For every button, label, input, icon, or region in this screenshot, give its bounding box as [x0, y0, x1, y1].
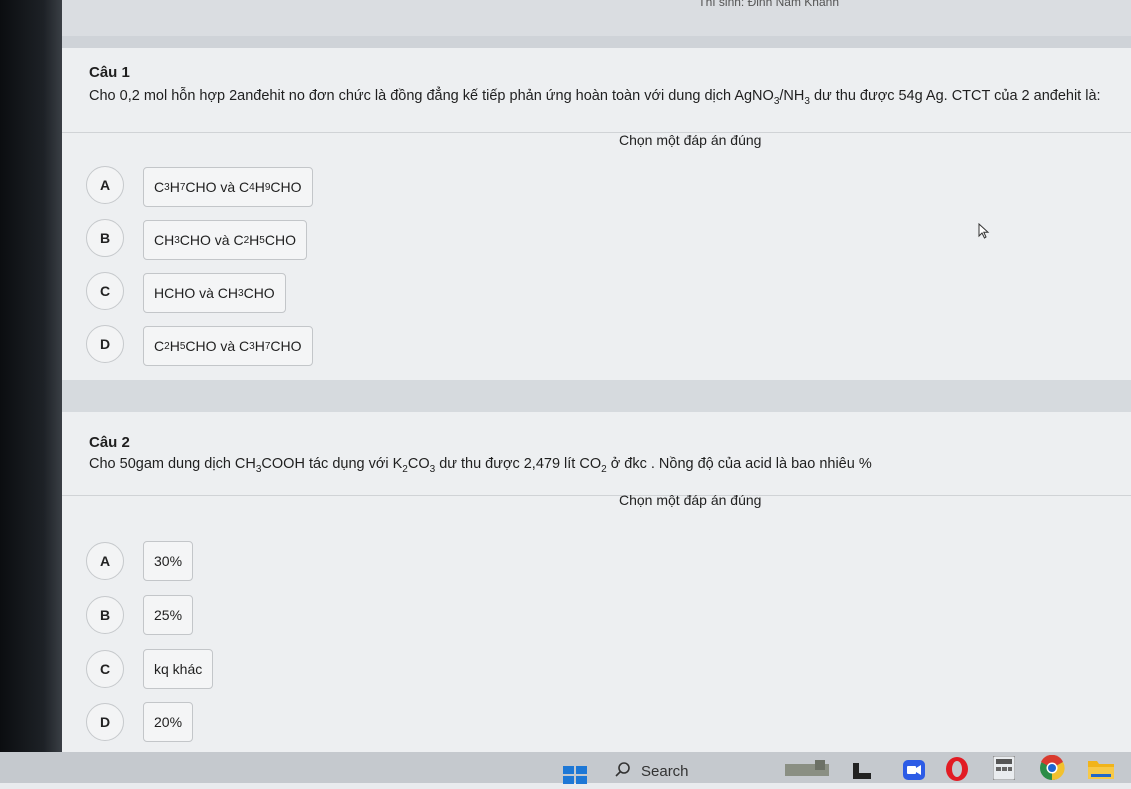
formula-text: CHO [243, 285, 275, 301]
q2-text-part: Cho 50gam dung dịch CH [89, 456, 256, 472]
chrome-icon[interactable] [1039, 754, 1065, 786]
taskbar-search[interactable]: Search [615, 761, 689, 781]
q2-text-part: CO [407, 456, 430, 472]
calculator-icon[interactable] [992, 755, 1016, 785]
option-label[interactable]: HCHO và CH 3 CHO [143, 273, 286, 313]
opera-icon[interactable] [945, 756, 969, 787]
formula-text: H [169, 338, 180, 354]
q2-text-part: ở đkc . Nồng độ của acid là bao nhiêu % [606, 456, 872, 472]
mouse-cursor-icon [978, 223, 990, 239]
q1-text-part: /NH [779, 88, 805, 104]
option-label[interactable]: CH 3 CHO và C 2 H 5 CHO [143, 220, 307, 260]
question-1-panel: Câu 1 Cho 0,2 mol hỗn hợp 2anđehit no đơ… [62, 48, 1131, 380]
option-label[interactable]: C 3 H 7 CHO và C 4 H 9 CHO [143, 167, 313, 207]
formula-text: CH [154, 232, 175, 248]
question-2-hint: Chọn một đáp án đúng [619, 492, 762, 508]
question-2-text: Cho 50gam dung dịch CH3COOH tác dụng với… [89, 456, 872, 475]
option-letter: C [86, 650, 124, 688]
question-1-text: Cho 0,2 mol hỗn hợp 2anđehit no đơn chức… [89, 88, 1101, 107]
formula-text: CHO và C [185, 338, 250, 354]
zoom-icon[interactable] [903, 760, 925, 785]
divider [62, 495, 1131, 496]
question-2-panel: Câu 2 Cho 50gam dung dịch CH3COOH tác dụ… [62, 412, 1131, 752]
option-label[interactable]: C 2 H 5 CHO và C 3 H 7 CHO [143, 326, 313, 366]
question-1-hint: Chọn một đáp án đúng [619, 132, 762, 148]
option-label[interactable]: kq khác [143, 649, 214, 689]
header-bar: Thí sinh: Đinh Nam Khánh [62, 0, 1131, 36]
option-letter: A [86, 542, 124, 580]
student-name: Thí sinh: Đinh Nam Khánh [698, 0, 839, 9]
q2-text-part: COOH tác dụng với K [261, 456, 403, 472]
file-explorer-icon[interactable] [853, 763, 871, 784]
divider [62, 132, 1131, 133]
formula-text: C [154, 338, 165, 354]
folder-icon[interactable] [1088, 757, 1114, 784]
formula-text: C [154, 179, 165, 195]
formula-text: CHO [270, 338, 302, 354]
option-label[interactable]: 20% [143, 702, 194, 742]
formula-text: H [249, 232, 260, 248]
search-label: Search [641, 762, 689, 780]
q2-text-part: dư thu được 2,479 lít CO [435, 456, 602, 472]
taskbar: Search [0, 752, 1131, 786]
q1-text-part: dư thu được 54g Ag. CTCT của 2 anđehit l… [809, 88, 1101, 104]
option-letter: A [86, 166, 124, 204]
widgets-icon[interactable] [785, 758, 829, 783]
start-icon[interactable] [563, 766, 587, 789]
option-label[interactable]: 25% [143, 595, 194, 635]
option-letter: B [86, 596, 124, 634]
formula-text: H [169, 179, 180, 195]
formula-text: CHO [264, 232, 296, 248]
option-letter: D [86, 703, 124, 741]
formula-text: CHO và C [179, 232, 244, 248]
option-letter: B [86, 219, 124, 257]
search-icon [615, 761, 631, 781]
section-divider [62, 380, 1131, 412]
section-divider [62, 36, 1131, 48]
formula-text: CHO [270, 179, 302, 195]
option-label[interactable]: 30% [143, 541, 194, 581]
question-2-title: Câu 2 [89, 434, 130, 451]
q1-text-part: Cho 0,2 mol hỗn hợp 2anđehit no đơn chức… [89, 88, 774, 104]
formula-text: CHO và C [185, 179, 250, 195]
formula-text: HCHO và CH [154, 285, 239, 301]
screen-bezel [0, 0, 62, 783]
formula-text: H [254, 338, 265, 354]
formula-text: H [254, 179, 265, 195]
option-letter: C [86, 272, 124, 310]
option-letter: D [86, 325, 124, 363]
question-1-title: Câu 1 [89, 64, 130, 81]
